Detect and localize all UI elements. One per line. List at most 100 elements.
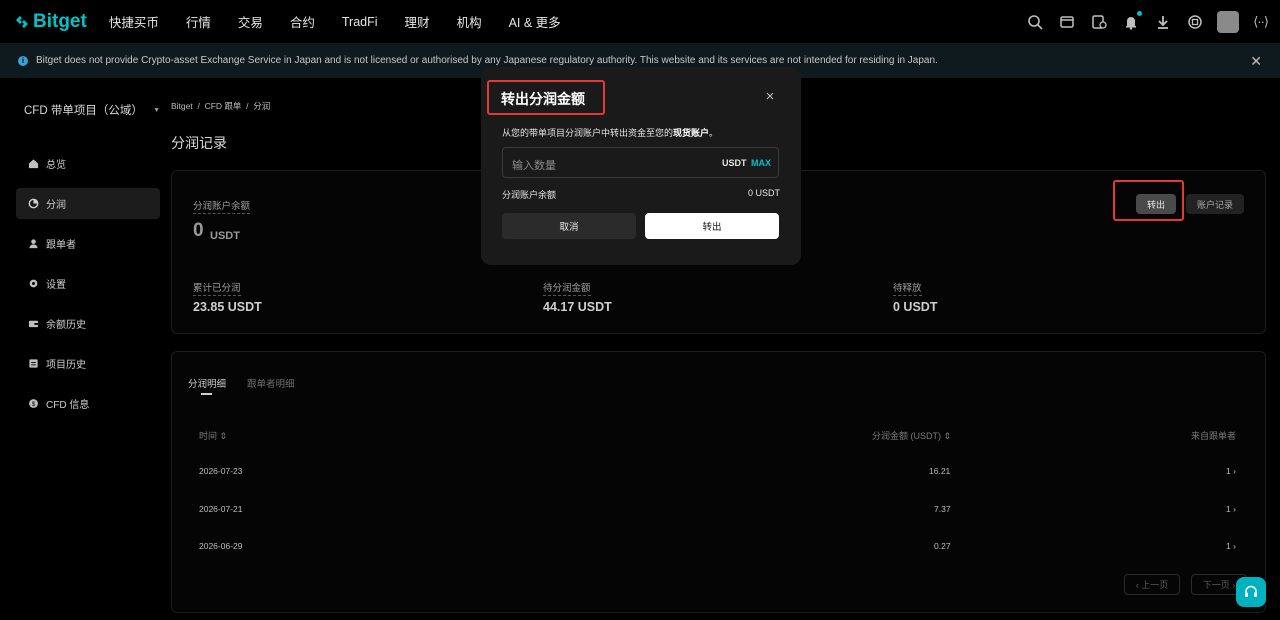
stat-label: 待释放: [893, 280, 922, 296]
tab-follower-details[interactable]: 跟单者明细: [247, 376, 295, 390]
sidebar: CFD 带单项目（公域） ▼ 总览 分润 跟单者 设置 余额历史 项目历史 $ …: [16, 92, 160, 419]
amount-input-placeholder[interactable]: 输入数量: [512, 157, 556, 173]
download-icon[interactable]: [1155, 14, 1171, 30]
highlight-box-transfer: [1113, 180, 1184, 221]
wallet-icon[interactable]: [1059, 14, 1075, 30]
nav-tradfi[interactable]: TradFi: [342, 15, 378, 29]
breadcrumb-current: 分润: [253, 101, 271, 111]
table-row-date: 2026-07-21: [199, 504, 243, 514]
sidebar-item-followers[interactable]: 跟单者: [16, 228, 160, 259]
nav-earn[interactable]: 理财: [405, 12, 430, 31]
stat-pending-release: 待释放 0 USDT: [893, 280, 937, 314]
bitget-logo[interactable]: Bitget: [14, 11, 87, 33]
brand-name: Bitget: [33, 10, 87, 32]
cancel-button[interactable]: 取消: [502, 213, 636, 239]
stat-label: 累计已分润: [193, 280, 241, 296]
stat-value: 44.17 USDT: [543, 300, 612, 314]
bell-icon[interactable]: [1123, 10, 1143, 30]
top-nav: Bitget 快捷买币 行情 交易 合约 TradFi 理财 机构 AI & 更…: [0, 0, 1280, 43]
breadcrumb: Bitget / CFD 跟单 / 分润: [171, 100, 270, 112]
column-header-amount[interactable]: 分润金额 (USDT) ⇕: [872, 429, 951, 442]
sidebar-item-label: CFD 信息: [46, 400, 90, 411]
sidebar-item-label: 余额历史: [46, 320, 86, 331]
project-selector[interactable]: CFD 带单项目（公域） ▼: [16, 92, 160, 128]
tab-profit-details[interactable]: 分润明细: [188, 376, 226, 390]
language-switch-icon[interactable]: ⟨··⟩: [1253, 14, 1269, 30]
page-title: 分润记录: [171, 135, 227, 151]
stat-pending-share: 待分润金额 44.17 USDT: [543, 280, 612, 314]
stat-label: 待分润金额: [543, 280, 591, 296]
nav-markets[interactable]: 行情: [186, 12, 211, 31]
balance-value: 0: [193, 220, 204, 241]
table-row-date: 2026-06-29: [199, 541, 243, 551]
prev-page-button[interactable]: ‹ 上一页: [1124, 574, 1180, 595]
sidebar-item-balance-history[interactable]: 余额历史: [16, 308, 160, 339]
confirm-transfer-button[interactable]: 转出: [645, 213, 779, 239]
sidebar-item-project-history[interactable]: 项目历史: [16, 348, 160, 379]
amount-unit: USDT: [722, 158, 747, 168]
column-header-from-follower: 来自跟单者: [1191, 431, 1237, 441]
modal-description-text: 从您的带单项目分润账户中转出资金至您的: [502, 128, 674, 138]
breadcrumb-home[interactable]: Bitget: [171, 101, 193, 111]
table-row-amount: 7.37: [934, 504, 951, 514]
svg-text:$: $: [32, 401, 36, 408]
sidebar-item-label: 总览: [46, 160, 66, 171]
active-tab-indicator: [201, 393, 212, 395]
modal-balance-label: 分润账户余额: [502, 190, 557, 200]
caret-down-icon: ▼: [153, 106, 160, 114]
profit-share-details-card: 分润明细 跟单者明细 时间 ⇕ 分润金额 (USDT) ⇕ 来自跟单者 2026…: [171, 351, 1266, 613]
nav-ai-more[interactable]: AI & 更多: [509, 12, 561, 31]
banner-close-icon[interactable]: ✕: [1250, 53, 1262, 70]
notification-dot: [1137, 10, 1143, 16]
search-icon[interactable]: [1027, 14, 1043, 30]
user-icon: [28, 238, 39, 249]
breadcrumb-separator: /: [246, 101, 249, 111]
project-selector-label: CFD 带单项目（公域）: [24, 105, 143, 117]
close-icon[interactable]: ×: [762, 88, 778, 105]
home-icon: [28, 158, 39, 169]
sidebar-item-label: 跟单者: [46, 240, 76, 251]
avatar[interactable]: [1217, 10, 1240, 33]
modal-balance-value: 0 USDT: [748, 188, 781, 198]
sidebar-item-label: 设置: [46, 280, 66, 291]
table-row-date: 2026-07-23: [199, 466, 243, 476]
table-row-amount: 0.27: [934, 541, 951, 551]
gear-icon: [28, 278, 39, 289]
sidebar-item-settings[interactable]: 设置: [16, 268, 160, 299]
breadcrumb-cfd[interactable]: CFD 跟单: [205, 101, 242, 111]
sidebar-item-label: 项目历史: [46, 360, 86, 371]
transfer-modal: 转出分润金额 × 从您的带单项目分润账户中转出资金至您的现货账户。 输入数量 U…: [481, 67, 801, 265]
history-icon: [28, 358, 39, 369]
coin-icon: $: [28, 398, 39, 409]
amount-input[interactable]: 输入数量 USDT MAX: [502, 147, 779, 178]
sidebar-item-label: 分润: [46, 200, 66, 211]
table-row-amount: 16.21: [929, 466, 951, 476]
highlight-box-title: [487, 80, 605, 115]
support-chat-button[interactable]: [1236, 577, 1266, 607]
modal-description: 从您的带单项目分润账户中转出资金至您的现货账户。: [502, 126, 718, 139]
wallet-icon: [28, 318, 39, 329]
stat-value: 23.85 USDT: [193, 300, 262, 314]
nav-quick-buy[interactable]: 快捷买币: [109, 12, 159, 31]
modal-description-end: 。: [709, 128, 719, 138]
table-row-from[interactable]: 1 ›: [1226, 541, 1236, 551]
breadcrumb-separator: /: [197, 101, 200, 111]
bitget-logo-icon: [14, 14, 30, 30]
stat-total-shared: 累计已分润 23.85 USDT: [193, 280, 262, 314]
nav-institutional[interactable]: 机构: [457, 12, 482, 31]
sidebar-item-cfd-info[interactable]: $ CFD 信息: [16, 388, 160, 419]
balance-title: 分润账户余额: [193, 198, 251, 214]
nav-futures[interactable]: 合约: [290, 12, 315, 31]
sidebar-item-profit-share[interactable]: 分润: [16, 188, 160, 219]
globe-icon[interactable]: [1187, 14, 1203, 30]
max-button[interactable]: MAX: [751, 158, 771, 168]
sidebar-item-overview[interactable]: 总览: [16, 148, 160, 179]
table-row-from[interactable]: 1 ›: [1226, 466, 1236, 476]
balance-unit: USDT: [210, 230, 240, 242]
nav-trade[interactable]: 交易: [238, 12, 263, 31]
table-row-from[interactable]: 1 ›: [1226, 504, 1236, 514]
column-header-time[interactable]: 时间 ⇕: [199, 429, 227, 442]
account-records-button[interactable]: 账户记录: [1186, 194, 1244, 214]
info-icon: i: [18, 55, 28, 66]
orders-icon[interactable]: [1091, 14, 1107, 30]
